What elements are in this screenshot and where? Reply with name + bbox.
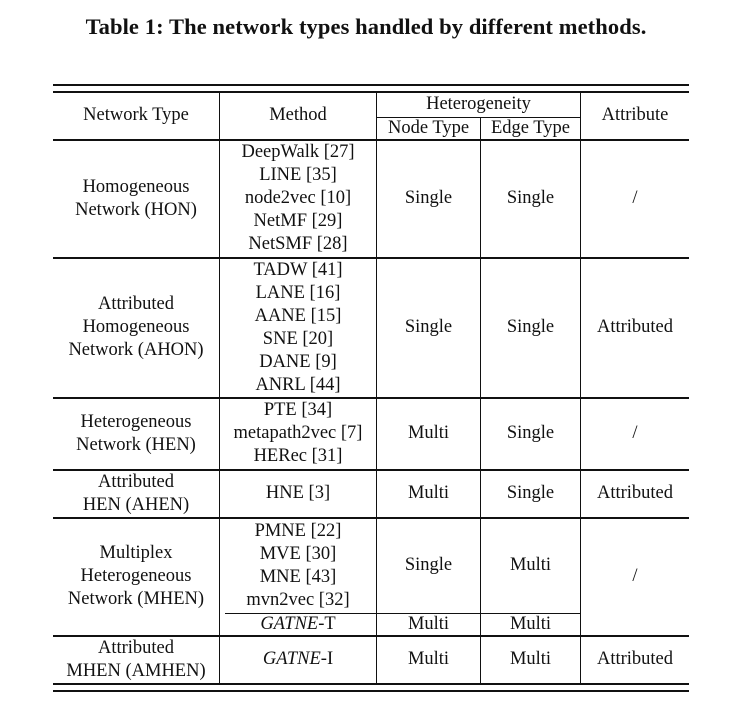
network-type-cell: Attributed MHEN (AMHEN) xyxy=(66,637,206,681)
header-method: Method xyxy=(269,105,327,125)
node-type-cell: Single xyxy=(404,317,453,337)
header-node-type: Node Type xyxy=(387,117,470,138)
node-type-cell: Single xyxy=(404,555,453,575)
network-type-cell: Homogeneous Network (HON) xyxy=(75,176,197,220)
method-cell: TADW [41] LANE [16] AANE [15] SNE [20] D… xyxy=(253,259,343,395)
method-cell: PTE [34] metapath2vec [7] HERec [31] xyxy=(233,400,363,466)
method-cell: DeepWalk [27] LINE [35] node2vec [10] Ne… xyxy=(241,142,355,254)
node-type-cell: Multi xyxy=(407,649,450,669)
method-cell-gatne-t: GATNE -T xyxy=(260,614,336,634)
node-type-cell: Multi xyxy=(407,614,450,634)
method-cell: HNE [3] xyxy=(265,483,331,503)
method-cell-gatne-i: GATNE -I xyxy=(262,649,334,669)
network-type-cell: Attributed HEN (AHEN) xyxy=(82,471,190,515)
edge-type-cell: Single xyxy=(506,483,555,503)
method-cell: PMNE [22] MVE [30] MNE [43] mvn2vec [32] xyxy=(246,520,350,610)
header-edge-type: Edge Type xyxy=(490,117,571,138)
edge-type-cell: Multi xyxy=(509,649,552,669)
attribute-cell: Attributed xyxy=(596,649,674,669)
header-attribute: Attribute xyxy=(601,105,669,125)
edge-type-cell: Single xyxy=(506,188,555,208)
node-type-cell: Multi xyxy=(407,423,450,443)
node-type-cell: Single xyxy=(404,188,453,208)
table-caption: Table 1: The network types handled by di… xyxy=(85,14,647,39)
header-heterogeneity: Heterogeneity xyxy=(426,93,531,114)
edge-type-cell: Single xyxy=(506,423,555,443)
network-type-cell: Attributed Homogeneous Network (AHON) xyxy=(68,294,204,360)
node-type-cell: Multi xyxy=(407,483,450,503)
bottom-rule xyxy=(53,690,689,692)
attribute-cell: / xyxy=(632,566,638,586)
edge-type-cell: Multi xyxy=(509,555,552,575)
edge-type-cell: Single xyxy=(506,317,555,337)
bottom-rule-inner xyxy=(53,683,689,685)
network-type-cell: Heterogeneous Network (HEN) xyxy=(76,411,196,455)
top-rule xyxy=(53,84,689,86)
attribute-cell: / xyxy=(632,423,638,443)
edge-type-cell: Multi xyxy=(509,614,552,634)
header-network-type: Network Type xyxy=(83,105,189,125)
attribute-cell: / xyxy=(632,188,638,208)
attribute-cell: Attributed xyxy=(596,317,674,337)
network-type-cell: Multiplex Heterogeneous Network (MHEN) xyxy=(67,543,205,609)
attribute-cell: Attributed xyxy=(596,483,674,503)
